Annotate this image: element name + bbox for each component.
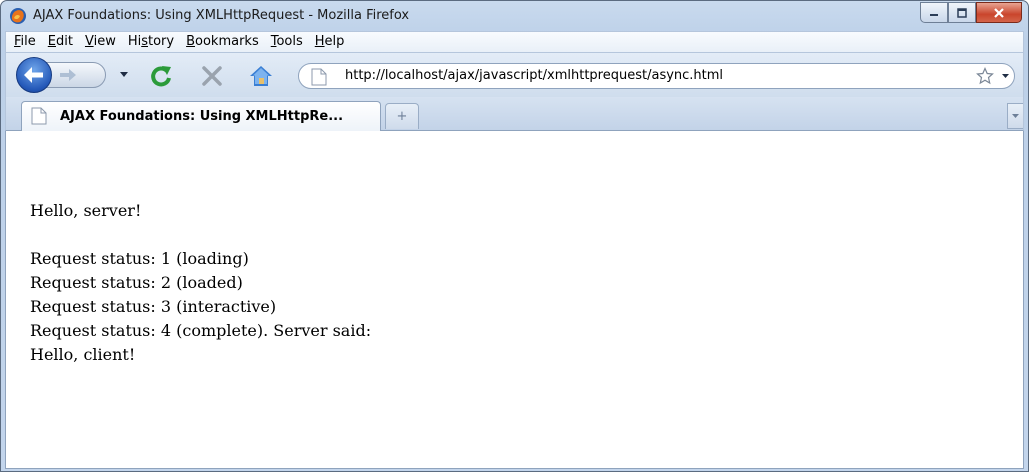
url-dropdown-icon[interactable] xyxy=(1002,74,1009,78)
tab-bar: AJAX Foundations: Using XMLHttpRe... + xyxy=(5,97,1024,131)
tab-list-button[interactable] xyxy=(1007,103,1023,129)
minimize-icon xyxy=(930,13,938,16)
status-line-1: Request status: 1 (loading) xyxy=(30,249,249,268)
history-dropdown-icon[interactable] xyxy=(120,72,128,77)
close-icon xyxy=(994,7,1004,18)
firefox-icon xyxy=(9,7,27,25)
menu-tools-rest: ools xyxy=(276,34,303,49)
menu-edit-rest: dit xyxy=(56,34,73,49)
menu-file-rest: ile xyxy=(20,34,36,49)
reload-icon[interactable] xyxy=(148,63,174,89)
stop-icon[interactable] xyxy=(200,64,224,88)
back-button[interactable] xyxy=(16,57,52,93)
menu-bar: File Edit View History Bookmarks Tools H… xyxy=(5,31,1024,53)
menu-history-pre: Hi xyxy=(127,34,142,49)
tab-page-icon xyxy=(31,107,47,125)
menu-view-rest: iew xyxy=(93,34,116,49)
menu-view-accel: V xyxy=(84,34,94,49)
menu-bookmarks-rest: ookmarks xyxy=(195,34,259,49)
close-button[interactable] xyxy=(976,2,1022,23)
home-icon[interactable] xyxy=(248,63,274,89)
maximize-button[interactable] xyxy=(948,2,976,23)
menu-bookmarks[interactable]: Bookmarks xyxy=(180,32,265,52)
menu-bookmarks-accel: B xyxy=(186,34,196,49)
status-line-3: Request status: 3 (interactive) xyxy=(30,297,277,316)
page-content: Hello, server! Request status: 1 (loadin… xyxy=(5,131,1024,469)
maximize-icon xyxy=(957,7,967,18)
server-reply: Hello, client! xyxy=(30,345,136,364)
url-bar[interactable]: http://localhost/ajax/javascript/xmlhttp… xyxy=(298,63,1015,89)
tab-list-dropdown-icon xyxy=(1012,114,1019,118)
url-text[interactable]: http://localhost/ajax/javascript/xmlhttp… xyxy=(345,68,723,83)
menu-file[interactable]: File xyxy=(6,32,42,52)
menu-edit[interactable]: Edit xyxy=(42,32,79,52)
greeting-text: Hello, server! xyxy=(30,201,142,220)
window-title: AJAX Foundations: Using XMLHttpRequest -… xyxy=(33,8,410,23)
minimize-button[interactable] xyxy=(920,2,948,23)
new-tab-icon: + xyxy=(396,109,408,124)
title-bar: AJAX Foundations: Using XMLHttpRequest -… xyxy=(1,1,1028,31)
forward-icon xyxy=(60,69,76,81)
browser-window: AJAX Foundations: Using XMLHttpRequest -… xyxy=(0,0,1029,472)
new-tab-button[interactable]: + xyxy=(385,103,419,129)
back-icon xyxy=(24,67,43,83)
menu-history[interactable]: History xyxy=(122,32,180,52)
menu-help[interactable]: Help xyxy=(309,32,351,52)
status-line-4: Request status: 4 (complete). Server sai… xyxy=(30,321,372,340)
menu-help-accel: H xyxy=(314,34,325,49)
status-line-2: Request status: 2 (loaded) xyxy=(30,273,243,292)
menu-help-rest: elp xyxy=(324,34,345,49)
tab-label: AJAX Foundations: Using XMLHttpRe... xyxy=(60,109,344,124)
bookmark-star-icon[interactable] xyxy=(976,67,994,85)
menu-view[interactable]: View xyxy=(79,32,122,52)
menu-edit-accel: E xyxy=(47,34,56,49)
menu-tools[interactable]: Tools xyxy=(265,32,309,52)
tab-active[interactable]: AJAX Foundations: Using XMLHttpRe... xyxy=(21,101,381,131)
menu-history-accel: s xyxy=(141,34,148,49)
window-controls xyxy=(920,2,1022,23)
menu-history-rest: tory xyxy=(148,34,175,49)
status-log: Request status: 1 (loading) Request stat… xyxy=(30,247,371,367)
page-icon xyxy=(311,68,327,86)
navigation-toolbar: http://localhost/ajax/javascript/xmlhttp… xyxy=(5,53,1024,97)
